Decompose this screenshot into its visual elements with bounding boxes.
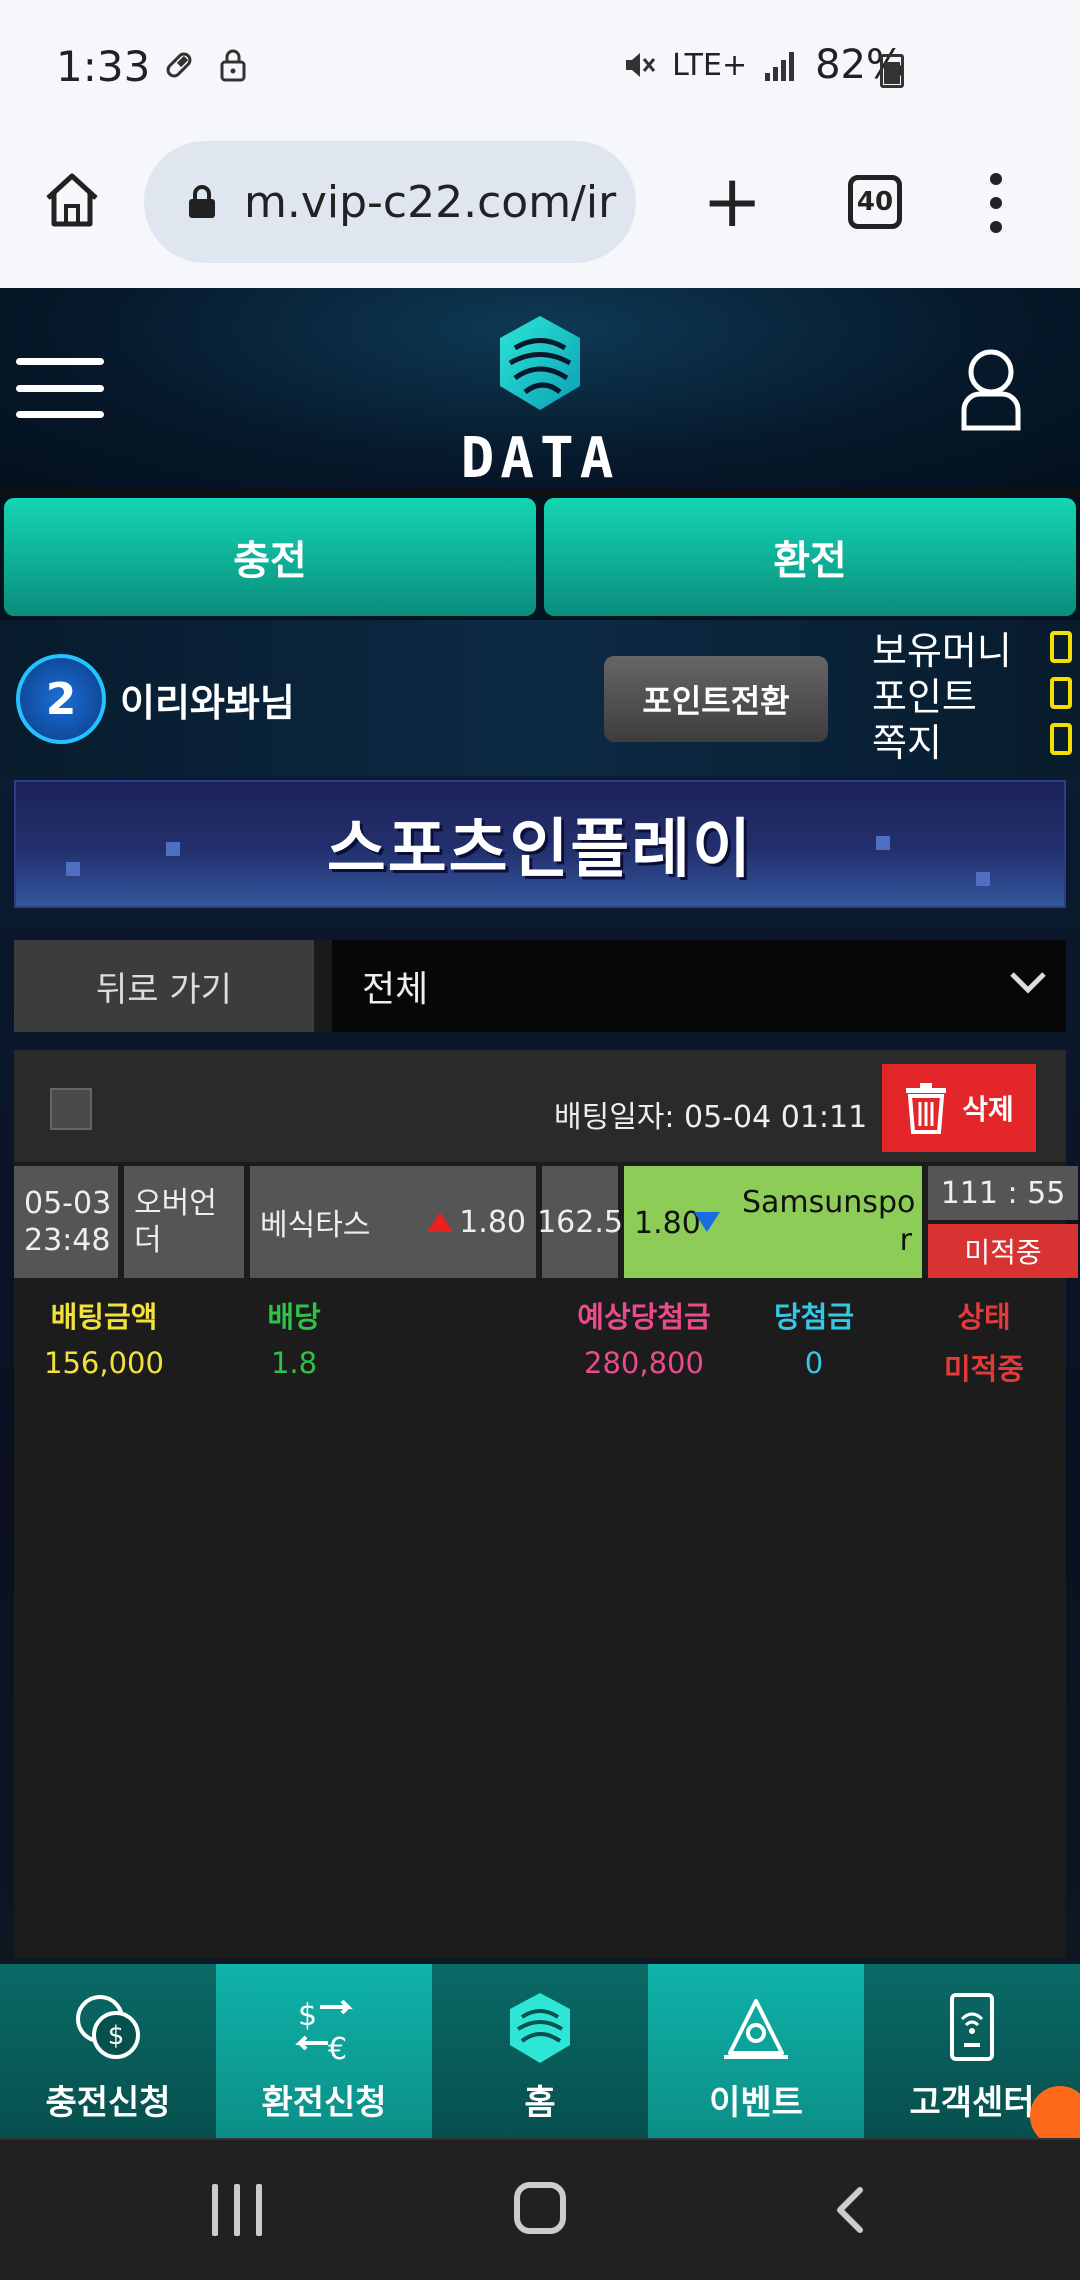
lock-icon (220, 49, 246, 82)
signal-icon (765, 52, 795, 81)
site-logo[interactable]: DATA (440, 308, 640, 491)
status-notification-icons (162, 48, 248, 82)
browser-home-icon[interactable] (42, 170, 102, 230)
summary-status: 상태 미적중 (943, 1300, 1025, 1386)
home-logo-icon (510, 1993, 570, 2063)
status-time: 1:33 (56, 42, 151, 91)
summary-bet-amount: 배팅금액 156,000 (44, 1300, 164, 1380)
point-convert-button[interactable]: 포인트전환 (604, 656, 828, 742)
event-icon (724, 1999, 788, 2059)
bet-game-row: 05-03 23:48 오버언 더 베식타스 1.80 162.5 1.80 Sam… (14, 1166, 1078, 1280)
page-title: 스포츠인플레이 (326, 813, 754, 887)
back-button[interactable]: 뒤로 가기 (14, 940, 314, 1032)
coins-icon: $ (76, 1995, 140, 2059)
delete-button[interactable]: 삭제 (882, 1064, 1036, 1152)
browser-menu-button[interactable] (986, 173, 1006, 233)
delete-label: 삭제 (962, 1093, 1014, 1126)
logo-text: DATA (460, 426, 620, 491)
bet-header: 배팅일자: 05-04 01:11 삭제 (14, 1050, 1066, 1162)
level-badge: 2 (16, 654, 106, 744)
home-odds: 1.80 (459, 1204, 526, 1240)
wallet-message-value: 0 (1050, 723, 1072, 755)
away-team-name: Samsunspo r (742, 1185, 916, 1258)
handicap-line: 162.5 (537, 1166, 623, 1278)
android-nav-bar (0, 2138, 1080, 2280)
new-tab-button[interactable]: + (702, 165, 762, 237)
bottom-nav: $ 충전신청 $ € 환전신청 홈 이벤트 고객센터 (0, 1964, 1080, 2138)
game-score: 111 : 55 (928, 1166, 1078, 1220)
chevron-down-icon (1010, 972, 1046, 994)
android-home-icon[interactable] (514, 2182, 566, 2234)
bet-select-checkbox[interactable] (50, 1088, 92, 1130)
url-bar[interactable]: m.vip-c22.com/ir (144, 141, 636, 263)
svg-text:$: $ (298, 1998, 317, 2033)
game-bet-type: 오버언 더 (124, 1166, 244, 1278)
page-banner: 스포츠인플레이 (14, 780, 1066, 908)
summary-odds: 배당 1.8 (267, 1300, 321, 1380)
bet-history-panel: 배팅일자: 05-04 01:11 삭제 05-03 23:48 오버언 더 베식타… (14, 1050, 1078, 1958)
deposit-button[interactable]: 충전 (4, 498, 536, 616)
status-right: LTE+ 82% (620, 42, 904, 88)
game-datetime: 05-03 23:48 (14, 1166, 118, 1278)
summary-winnings: 당첨금 0 (773, 1300, 855, 1380)
away-team-cell: 1.80 Samsunspo r (624, 1166, 922, 1278)
wallet-point-value: 0 (1050, 677, 1072, 709)
wallet-summary: 보유머니0 포인트0 쪽지0 (872, 624, 1072, 765)
pill-icon (166, 52, 192, 78)
svg-text:€: € (328, 2032, 347, 2067)
away-odds: 1.80 (634, 1206, 701, 1241)
nav-event[interactable]: 이벤트 (648, 1964, 864, 2138)
secure-lock-icon (189, 185, 215, 218)
network-type: LTE+ (672, 47, 748, 83)
nav-home[interactable]: 홈 (432, 1964, 648, 2138)
browser-toolbar: m.vip-c22.com/ir + 40 (0, 140, 1080, 288)
summary-expected-win: 예상당첨금 280,800 (577, 1300, 711, 1380)
home-team-name: 베식타스 (260, 1208, 371, 1243)
filter-bar: 뒤로 가기 전체 (14, 940, 1066, 1032)
url-text: m.vip-c22.com/ir (244, 176, 617, 228)
customer-center-icon (950, 1993, 994, 2061)
mute-icon (626, 53, 656, 77)
trash-icon (906, 1083, 947, 1134)
nav-deposit-request[interactable]: $ 충전신청 (0, 1964, 216, 2138)
bet-date: 배팅일자: 05-04 01:11 (554, 1100, 868, 1135)
odds-up-icon (427, 1212, 454, 1232)
wallet-row-money[interactable]: 보유머니0 (872, 624, 1072, 673)
hamburger-menu-icon[interactable] (16, 358, 104, 418)
recent-apps-icon[interactable] (212, 2184, 262, 2236)
odds-down-icon (694, 1212, 720, 1232)
svg-text:$: $ (108, 2021, 125, 2051)
battery-icon (880, 54, 904, 88)
currency-exchange-icon: $€ (295, 1998, 353, 2067)
tab-switcher-button[interactable]: 40 (848, 175, 902, 229)
game-status: 미적중 (928, 1224, 1078, 1278)
username: 이리와봐님 (120, 681, 295, 725)
category-select-value: 전체 (362, 969, 429, 1010)
site-header: DATA (0, 288, 1080, 491)
user-info-bar: 2 이리와봐님 포인트전환 보유머니0 포인트0 쪽지0 (0, 620, 1080, 776)
user-account-icon[interactable] (960, 348, 1022, 432)
nav-withdraw-request[interactable]: $ € 환전신청 (216, 1964, 432, 2138)
wallet-row-point[interactable]: 포인트0 (872, 670, 1072, 719)
status-bar: 1:33 LTE+ 82% (0, 0, 1080, 140)
wallet-money-value: 0 (1050, 631, 1072, 663)
category-select[interactable]: 전체 (332, 940, 1066, 1032)
withdraw-button[interactable]: 환전 (544, 498, 1076, 616)
logo-emblem-icon (500, 316, 580, 410)
android-back-icon[interactable] (826, 2184, 876, 2236)
wallet-row-message[interactable]: 쪽지0 (872, 716, 1072, 765)
cash-buttons: 충전 환전 (0, 496, 1080, 620)
home-team-cell: 베식타스 1.80 (250, 1166, 536, 1278)
